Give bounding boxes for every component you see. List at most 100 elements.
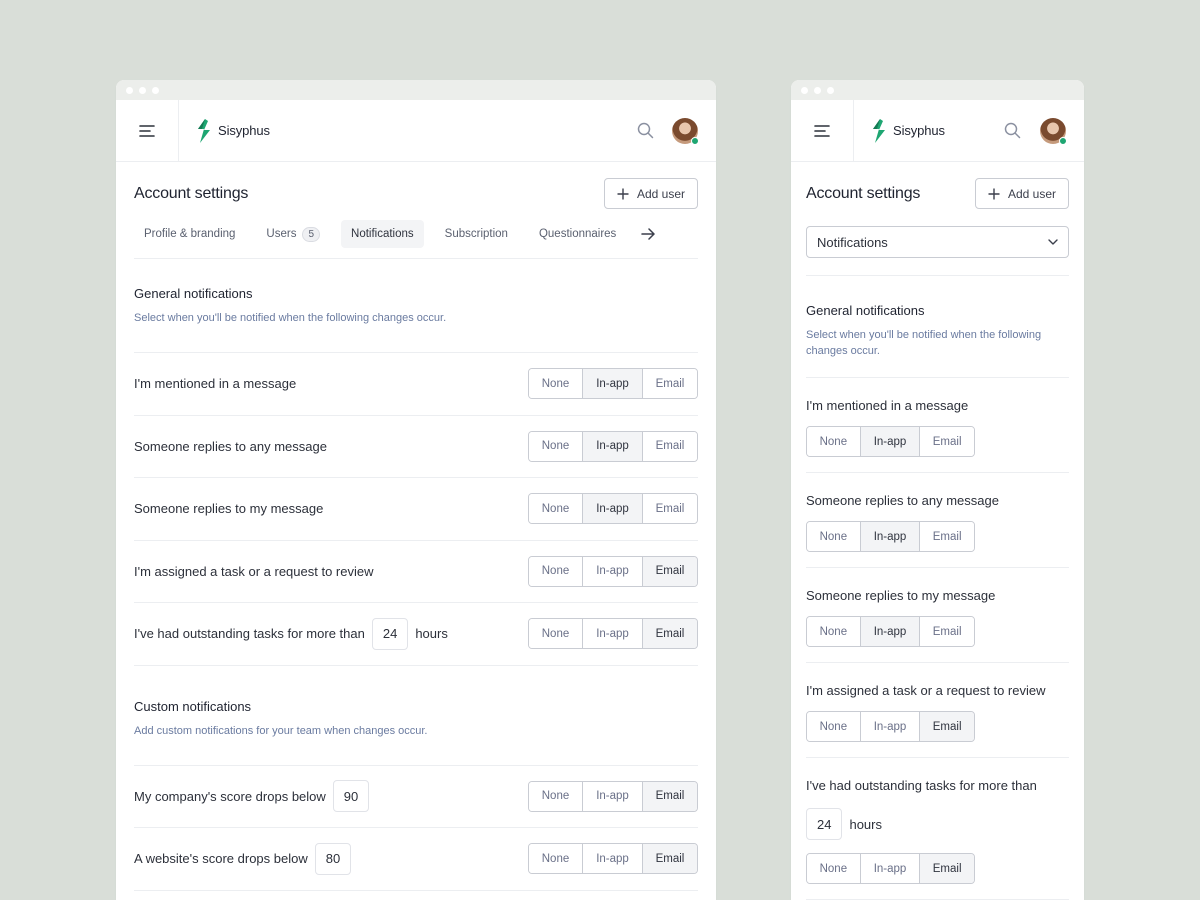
option-none[interactable]: None — [529, 781, 583, 811]
option-none[interactable]: None — [529, 494, 583, 524]
option-email[interactable]: Email — [920, 522, 974, 551]
tab-profile-branding[interactable]: Profile & branding — [134, 220, 245, 248]
plus-icon — [617, 188, 629, 199]
option-none[interactable]: None — [529, 556, 583, 586]
desktop-window: Sisyphus Account settings Add user Profi… — [116, 80, 716, 900]
option-none[interactable]: None — [529, 431, 583, 461]
sisyphus-logo-icon — [873, 118, 885, 143]
row-label: A website's score drops below — [134, 851, 308, 867]
notification-row: I'm assigned a task or a request to revi… — [134, 541, 698, 603]
option-email[interactable]: Email — [643, 844, 697, 874]
divider — [806, 258, 1069, 276]
menu-button[interactable] — [116, 100, 179, 161]
option-email[interactable]: Email — [643, 431, 697, 461]
row-label: I'm assigned a task or a request to revi… — [806, 683, 1046, 698]
page-title: Account settings — [134, 184, 249, 202]
section-title: General notifications — [806, 303, 925, 318]
row-label: Someone replies to my message — [806, 588, 996, 603]
option-in-app[interactable]: In-app — [860, 617, 921, 646]
add-user-button[interactable]: Add user — [974, 178, 1069, 209]
users-count-badge: 5 — [302, 226, 321, 242]
section-title: Custom notifications — [134, 698, 252, 714]
section-select[interactable]: Notifications — [806, 226, 1069, 258]
row-label: I'm assigned a task or a request to revi… — [134, 563, 374, 579]
chevron-down-icon — [1048, 239, 1058, 245]
option-none[interactable]: None — [807, 522, 861, 551]
notification-row: Someone replies to any message None In-a… — [134, 416, 698, 478]
option-email[interactable]: Email — [920, 854, 974, 883]
brand-logo[interactable]: Sisyphus — [871, 118, 945, 143]
search-icon[interactable] — [637, 122, 654, 139]
avatar[interactable] — [672, 117, 699, 145]
option-email[interactable]: Email — [643, 781, 697, 811]
page-title: Account settings — [806, 184, 921, 202]
option-in-app[interactable]: In-app — [583, 556, 643, 586]
brand-logo[interactable]: Sisyphus — [196, 118, 270, 143]
menu-button[interactable] — [791, 100, 854, 161]
notification-row: I've had outstanding tasks for more than… — [806, 758, 1069, 900]
option-in-app[interactable]: In-app — [860, 427, 921, 456]
score-threshold-input[interactable]: 90 — [332, 780, 370, 813]
channel-selector: None In-app Email — [806, 426, 975, 457]
row-label: I've had outstanding tasks for more than — [806, 778, 1037, 793]
hours-input[interactable]: 24 — [371, 617, 409, 650]
notification-row: Someone replies to my message None In-ap… — [134, 478, 698, 541]
option-in-app[interactable]: In-app — [860, 712, 921, 741]
brand-name: Sisyphus — [218, 123, 270, 138]
option-in-app[interactable]: In-app — [583, 369, 643, 399]
section-description: Select when you'll be notified when the … — [134, 312, 447, 324]
add-user-button[interactable]: Add user — [603, 178, 698, 209]
mobile-window: Sisyphus Account settings Add user Notif… — [791, 80, 1084, 900]
option-email[interactable]: Email — [920, 427, 974, 456]
top-navigation: Sisyphus — [116, 100, 716, 162]
channel-selector: None In-app Email — [528, 618, 698, 650]
tabs-scroll-right-button[interactable] — [641, 228, 656, 240]
tab-questionnaires[interactable]: Questionnaires — [529, 220, 626, 248]
option-in-app[interactable]: In-app — [860, 522, 921, 551]
tab-subscription[interactable]: Subscription — [435, 220, 518, 248]
row-label: I'm mentioned in a message — [806, 398, 969, 413]
tab-notifications[interactable]: Notifications — [341, 220, 424, 248]
option-in-app[interactable]: In-app — [860, 854, 921, 883]
option-email[interactable]: Email — [920, 712, 974, 741]
hamburger-icon — [814, 124, 830, 137]
option-email[interactable]: Email — [643, 619, 697, 649]
option-email[interactable]: Email — [643, 369, 697, 399]
option-in-app[interactable]: In-app — [583, 844, 643, 874]
avatar[interactable] — [1040, 117, 1067, 145]
score-threshold-input[interactable]: 80 — [314, 842, 352, 875]
channel-selector: None In-app Email — [528, 555, 698, 587]
option-none[interactable]: None — [807, 617, 861, 646]
online-status-dot — [1059, 136, 1067, 145]
option-none[interactable]: None — [529, 369, 583, 399]
option-none[interactable]: None — [807, 854, 861, 883]
notification-row: I'm assigned a task or a request to revi… — [806, 663, 1069, 758]
option-email[interactable]: Email — [643, 494, 697, 524]
row-label: My company's score drops below — [134, 788, 326, 804]
notification-row: Someone replies to my message None In-ap… — [806, 568, 1069, 663]
option-in-app[interactable]: In-app — [583, 619, 643, 649]
search-icon[interactable] — [1004, 122, 1021, 139]
general-notifications-header: General notifications Select when you'll… — [806, 276, 1069, 378]
option-none[interactable]: None — [529, 844, 583, 874]
section-title: General notifications — [134, 286, 253, 301]
window-titlebar — [791, 80, 1084, 100]
hours-input[interactable]: 24 — [806, 808, 843, 840]
channel-selector: None In-app Email — [806, 616, 975, 647]
option-none[interactable]: None — [807, 427, 861, 456]
row-label: Someone replies to my message — [134, 501, 324, 517]
option-email[interactable]: Email — [920, 617, 974, 646]
option-none[interactable]: None — [807, 712, 861, 741]
option-in-app[interactable]: In-app — [583, 431, 643, 461]
window-dot — [152, 86, 159, 94]
option-in-app[interactable]: In-app — [583, 781, 643, 811]
option-none[interactable]: None — [529, 619, 583, 649]
general-notifications-header: General notifications Select when you'll… — [134, 259, 698, 353]
option-in-app[interactable]: In-app — [583, 494, 643, 524]
option-email[interactable]: Email — [643, 556, 697, 586]
tab-users[interactable]: Users 5 — [256, 220, 330, 248]
channel-selector: None In-app Email — [528, 843, 698, 875]
channel-selector: None In-app Email — [806, 853, 975, 884]
notification-row: Someone replies to any message None In-a… — [806, 473, 1069, 568]
notification-row: I'm mentioned in a message None In-app E… — [806, 378, 1069, 473]
